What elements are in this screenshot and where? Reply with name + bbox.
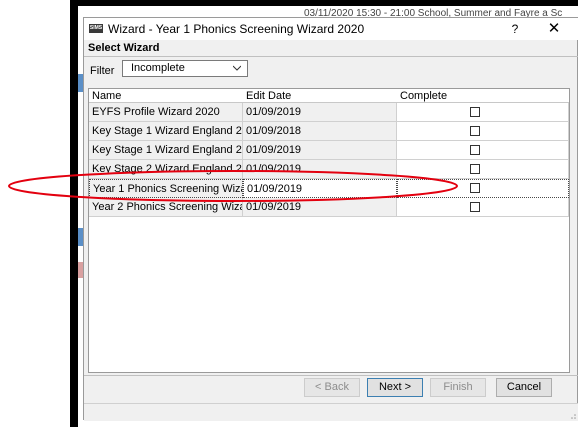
help-button[interactable]: ? [500, 20, 530, 38]
table-row-selected[interactable]: Year 1 Phonics Screening Wizard 2... 01/… [89, 179, 569, 198]
wizard-dialog: SIMS Wizard - Year 1 Phonics Screening W… [83, 17, 578, 421]
resize-grip-icon[interactable] [568, 411, 576, 419]
row-name: Year 2 Phonics Screening Wizard 2... [89, 198, 243, 217]
complete-checkbox[interactable] [470, 107, 480, 117]
cancel-button[interactable]: Cancel [496, 378, 552, 397]
column-header-complete[interactable]: Complete [397, 89, 569, 103]
row-name: Key Stage 1 Wizard England 2020 [89, 141, 243, 160]
table-row[interactable]: Year 2 Phonics Screening Wizard 2... 01/… [89, 198, 569, 217]
complete-checkbox[interactable] [470, 183, 480, 193]
row-complete-cell [397, 160, 569, 179]
row-complete-cell [397, 141, 569, 160]
row-name: EYFS Profile Wizard 2020 [89, 103, 243, 122]
status-bar [84, 403, 578, 421]
table-row[interactable]: Key Stage 2 Wizard England 2020 01/09/20… [89, 160, 569, 179]
row-edit-date: 01/09/2019 [243, 160, 397, 179]
wizard-grid: Name Edit Date Complete EYFS Profile Wiz… [88, 88, 570, 373]
next-button[interactable]: Next > [367, 378, 423, 397]
select-wizard-header: Select Wizard [88, 42, 160, 54]
row-complete-cell [397, 103, 569, 122]
column-header-name[interactable]: Name [89, 89, 243, 103]
table-row[interactable]: Key Stage 1 Wizard England 2019 01/09/20… [89, 122, 569, 141]
complete-checkbox[interactable] [470, 202, 480, 212]
row-edit-date: 01/09/2018 [243, 122, 397, 141]
finish-button[interactable]: Finish [430, 378, 486, 397]
dialog-title: Wizard - Year 1 Phonics Screening Wizard… [108, 22, 365, 36]
row-edit-date: 01/09/2019 [243, 141, 397, 160]
row-edit-date: 01/09/2019 [243, 179, 397, 198]
footer-divider [84, 375, 578, 376]
filter-value: Incomplete [131, 62, 185, 74]
row-edit-date: 01/09/2019 [243, 103, 397, 122]
chevron-down-icon [233, 65, 241, 71]
filter-label: Filter [90, 65, 115, 77]
table-row[interactable]: EYFS Profile Wizard 2020 01/09/2019 [89, 103, 569, 122]
complete-checkbox[interactable] [470, 164, 480, 174]
sims-app-icon: SIMS [89, 24, 103, 33]
header-divider [84, 56, 578, 57]
table-row[interactable]: Key Stage 1 Wizard England 2020 01/09/20… [89, 141, 569, 160]
row-complete-cell [397, 198, 569, 217]
complete-checkbox[interactable] [470, 145, 480, 155]
row-name: Key Stage 1 Wizard England 2019 [89, 122, 243, 141]
row-complete-cell [397, 179, 569, 198]
close-button[interactable]: ✕ [536, 20, 572, 38]
row-name: Key Stage 2 Wizard England 2020 [89, 160, 243, 179]
row-complete-cell [397, 122, 569, 141]
row-edit-date: 01/09/2019 [243, 198, 397, 217]
title-bar: SIMS Wizard - Year 1 Phonics Screening W… [84, 18, 578, 40]
complete-checkbox[interactable] [470, 126, 480, 136]
column-header-edit-date[interactable]: Edit Date [243, 89, 397, 103]
filter-dropdown[interactable]: Incomplete [122, 60, 248, 77]
row-name: Year 1 Phonics Screening Wizard 2... [89, 179, 243, 198]
back-button[interactable]: < Back [304, 378, 360, 397]
